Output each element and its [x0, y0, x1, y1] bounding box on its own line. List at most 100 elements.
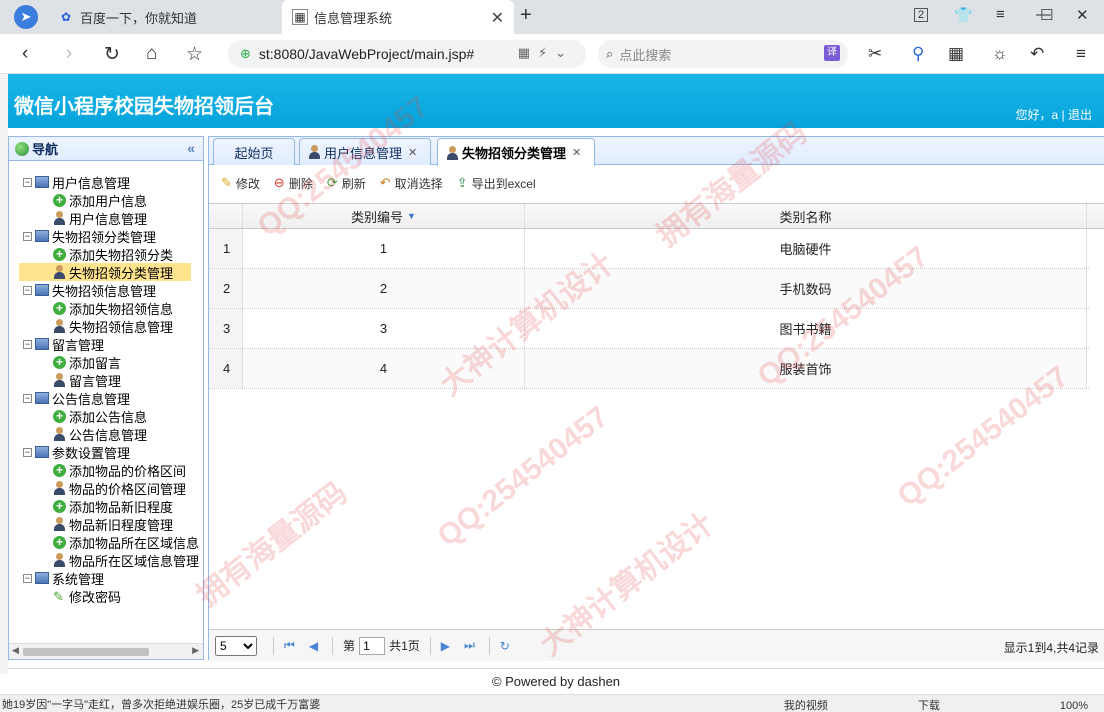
apps-icon[interactable]: ▦ — [948, 44, 964, 64]
add-icon: + — [53, 535, 66, 549]
tree-folder-params[interactable]: − 参数设置管理 — [23, 443, 130, 461]
tree-item-category-manage[interactable]: 失物招领分类管理 — [19, 263, 191, 281]
tree-label: 添加物品的价格区间 — [69, 463, 187, 479]
table-row[interactable]: 4 4 服装首饰 — [209, 349, 1089, 389]
tree-item-area-manage[interactable]: 物品所在区域信息管理 — [53, 551, 199, 569]
next-page-icon[interactable]: ▶ — [441, 639, 450, 653]
tree-item-add-condition[interactable]: + 添加物品新旧程度 — [53, 497, 173, 515]
tree-item-price-range-manage[interactable]: 物品的价格区间管理 — [53, 479, 186, 497]
tree-item-add-lost-info[interactable]: + 添加失物招领信息 — [53, 299, 173, 317]
magnifier-icon[interactable]: ⚲ — [912, 44, 924, 64]
browser-tab-baidu[interactable]: ✿ 百度一下，你就知道 — [48, 0, 280, 34]
reload-page-icon[interactable]: ↻ — [500, 639, 510, 653]
scissors-icon[interactable]: ✂ — [868, 44, 882, 64]
refresh-button[interactable]: ⟳ 刷新 — [327, 175, 366, 192]
tab-label: 失物招领分类管理 — [462, 146, 567, 161]
expand-icon[interactable]: − — [23, 339, 32, 349]
news-ticker[interactable]: 她19岁因"一字马"走红，曾多次拒绝进娱乐圈，25岁已成千万富婆 — [2, 696, 320, 712]
scroll-right-icon[interactable]: ▶ — [192, 645, 199, 656]
browser-logo-icon[interactable]: ➤ — [14, 5, 38, 29]
last-page-icon[interactable]: ⏭ — [464, 638, 475, 653]
scroll-left-icon[interactable]: ◀ — [12, 645, 19, 656]
cell-name: 图书书籍 — [525, 309, 1087, 348]
tree-item-message-manage[interactable]: 留言管理 — [53, 371, 121, 389]
sidebar-hscrollbar[interactable]: ◀ ▶ — [9, 643, 203, 659]
tree-folder-notice[interactable]: − 公告信息管理 — [23, 389, 130, 407]
tab-close-icon[interactable]: ✕ — [491, 8, 504, 28]
page-size-select[interactable]: 5 — [215, 635, 257, 656]
browser-menu-icon[interactable]: ≡ — [1076, 44, 1086, 64]
search-input[interactable]: ⌕ 点此搜索 — [598, 40, 848, 68]
tree-item-lost-info-manage[interactable]: 失物招领信息管理 — [53, 317, 173, 335]
new-tab-icon[interactable]: + — [520, 4, 532, 27]
logout-link[interactable]: 退出 — [1068, 108, 1092, 122]
tree-label: 修改密码 — [69, 589, 122, 605]
tab-user-manage[interactable]: 用户信息管理 ✕ — [299, 138, 431, 165]
forward-icon[interactable]: › — [66, 43, 72, 65]
cancel-select-button[interactable]: ↶ 取消选择 — [380, 175, 443, 192]
column-header-name[interactable]: 类别名称 — [525, 204, 1087, 228]
reload-icon[interactable]: ↻ — [104, 43, 120, 66]
tree-label: 添加失物招领信息 — [69, 301, 174, 317]
tree-item-add-user[interactable]: + 添加用户信息 — [53, 191, 147, 209]
scroll-thumb[interactable] — [23, 648, 149, 656]
url-field[interactable]: ⊕ st:8080/JavaWebProject/main.jsp# ▦⚡⌄ — [228, 40, 586, 68]
expand-icon[interactable]: − — [23, 573, 32, 583]
menu-icon[interactable]: ≡ — [996, 6, 1005, 23]
first-page-icon[interactable]: ⏮ — [284, 638, 295, 653]
maximize-icon[interactable]: ☐ — [1040, 6, 1053, 24]
tree-folder-category[interactable]: − 失物招领分类管理 — [23, 227, 156, 245]
tree-item-condition-manage[interactable]: 物品新旧程度管理 — [53, 515, 173, 533]
expand-icon[interactable]: − — [23, 447, 32, 457]
tab-home[interactable]: 起始页 — [213, 138, 295, 165]
tree-folder-system[interactable]: − 系统管理 — [23, 569, 104, 587]
table-row[interactable]: 2 2 手机数码 — [209, 269, 1089, 309]
translate-icon[interactable]: 译 — [824, 45, 840, 61]
expand-icon[interactable]: − — [23, 393, 32, 403]
shirt-icon[interactable]: 👕 — [954, 6, 973, 24]
window-close-icon[interactable]: ✕ — [1076, 6, 1089, 24]
category-grid: 类别编号 ▼ 类别名称 1 1 电脑硬件 2 2 手机数码 3 3 图书书籍 4 … — [209, 203, 1089, 389]
tree-item-add-area[interactable]: + 添加物品所在区域信息 — [53, 533, 199, 551]
expand-icon[interactable]: − — [23, 177, 32, 187]
tree-label: 添加公告信息 — [69, 409, 148, 425]
tab-close-icon[interactable]: ✕ — [572, 146, 581, 159]
browser-tab-active[interactable]: ▦ 信息管理系统 ✕ — [282, 0, 514, 34]
tree-item-user-manage[interactable]: 用户信息管理 — [53, 209, 147, 227]
video-link[interactable]: 我的视频 — [784, 700, 828, 712]
expand-icon[interactable]: − — [23, 231, 32, 241]
undo-icon[interactable]: ↶ — [1030, 44, 1044, 64]
table-row[interactable]: 1 1 电脑硬件 — [209, 229, 1089, 269]
download-link[interactable]: 下载 — [918, 700, 940, 712]
folder-icon — [35, 392, 49, 404]
edit-button[interactable]: ✎ 修改 — [221, 175, 260, 192]
tab-count-badge[interactable]: 2 — [914, 8, 929, 22]
delete-button[interactable]: ⊖ 删除 — [274, 175, 313, 192]
tab-category-manage[interactable]: 失物招领分类管理 ✕ — [437, 138, 595, 166]
star-icon[interactable]: ☆ — [186, 43, 203, 66]
pager-divider — [332, 636, 334, 655]
collapse-icon[interactable]: « — [187, 140, 195, 156]
column-header-id[interactable]: 类别编号 ▼ — [243, 204, 525, 228]
home-icon[interactable]: ⌂ — [146, 43, 157, 65]
tab-close-icon[interactable]: ✕ — [408, 146, 417, 159]
tree-item-add-category[interactable]: + 添加失物招领分类 — [53, 245, 173, 263]
url-actions-icon[interactable]: ▦⚡⌄ — [518, 45, 574, 61]
export-excel-button[interactable]: ⇪ 导出到excel — [457, 175, 536, 192]
tree-item-notice-manage[interactable]: 公告信息管理 — [53, 425, 147, 443]
brightness-icon[interactable]: ☼ — [992, 44, 1008, 64]
tree-folder-lost-info[interactable]: − 失物招领信息管理 — [23, 281, 156, 299]
expand-icon[interactable]: − — [23, 285, 32, 295]
tree-item-add-notice[interactable]: + 添加公告信息 — [53, 407, 147, 425]
page-number-input[interactable] — [359, 636, 386, 655]
back-icon[interactable]: ‹ — [22, 43, 28, 65]
table-row[interactable]: 3 3 图书书籍 — [209, 309, 1089, 349]
tree-folder-user[interactable]: − 用户信息管理 — [23, 173, 130, 191]
tree-item-add-price-range[interactable]: + 添加物品的价格区间 — [53, 461, 186, 479]
zoom-level[interactable]: 100% — [1060, 700, 1088, 712]
tree-item-add-message[interactable]: + 添加留言 — [53, 353, 121, 371]
tree-item-change-password[interactable]: ✎ 修改密码 — [53, 587, 121, 605]
tree-folder-message[interactable]: − 留言管理 — [23, 335, 104, 353]
button-label: 取消选择 — [394, 176, 443, 191]
prev-page-icon[interactable]: ◀ — [309, 639, 318, 653]
